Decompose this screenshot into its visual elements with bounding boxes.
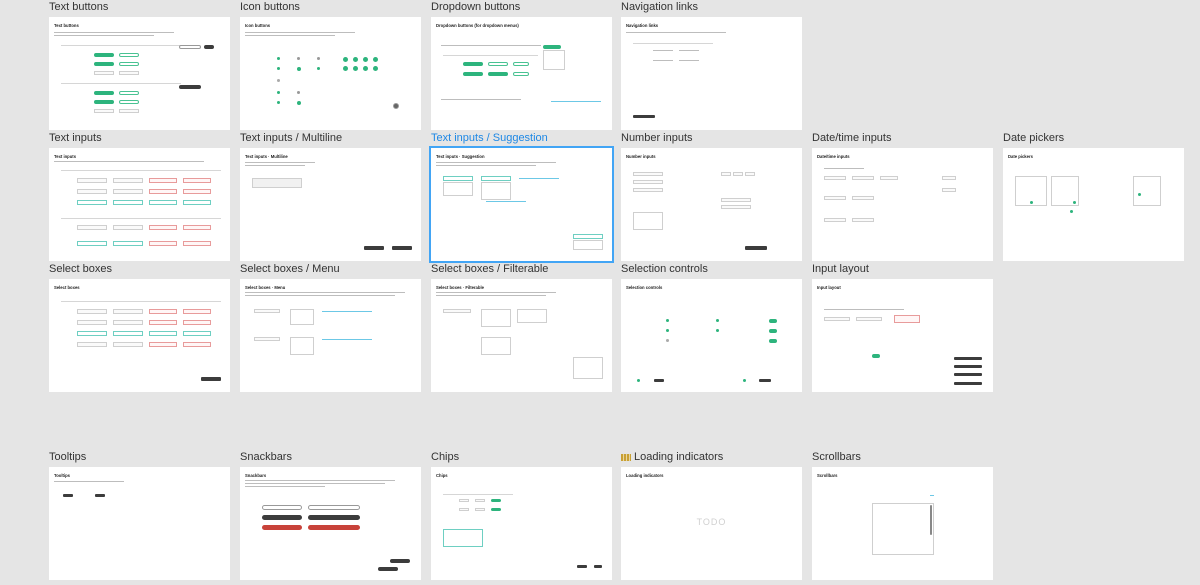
frame-heading: Loading indicators — [626, 473, 664, 478]
loading-stripes-icon — [621, 454, 631, 461]
frame-title[interactable]: Snackbars — [240, 451, 292, 463]
frame-heading: Tooltips — [54, 473, 70, 478]
frame-select-boxes[interactable]: Select boxes Select boxes — [49, 263, 230, 392]
frame-title[interactable]: Selection controls — [621, 263, 708, 275]
frame-content: Text inputs · Suggestion — [429, 146, 614, 263]
frame-content: Text inputs · Multiline — [240, 148, 421, 261]
frame-select-boxes-filterable[interactable]: Select boxes / Filterable Select boxes ·… — [431, 263, 612, 392]
frame-navigation-links[interactable]: Navigation links Navigation links — [621, 1, 802, 130]
frame-title[interactable]: Text inputs / Multiline — [240, 132, 342, 144]
todo-placeholder: TODO — [696, 517, 727, 527]
frame-title-label: Loading indicators — [634, 451, 724, 463]
frame-title[interactable]: Text inputs / Suggestion — [431, 132, 548, 144]
frame-scrollbars[interactable]: Scrollbars Scrollbars — [812, 451, 993, 580]
frame-heading: Input layout — [817, 285, 841, 290]
frame-heading: Text inputs · Suggestion — [436, 154, 485, 159]
frame-content: Text buttons — [49, 17, 230, 130]
frame-selection-controls[interactable]: Selection controls Selection controls — [621, 263, 802, 392]
frame-heading: Select boxes · Menu — [245, 285, 286, 290]
frame-title[interactable]: Select boxes / Filterable — [431, 263, 548, 275]
frame-tooltips[interactable]: Tooltips Tooltips — [49, 451, 230, 580]
frame-snackbars[interactable]: Snackbars Snackbars — [240, 451, 421, 580]
frame-heading: Select boxes — [54, 285, 80, 290]
frame-heading: Text buttons — [54, 23, 79, 28]
frame-content: Date pickers — [1003, 148, 1184, 261]
frame-content: Icon buttons — [240, 17, 421, 130]
frame-heading: Select boxes · Filterable — [436, 285, 484, 290]
frame-content: Select boxes · Menu — [240, 279, 421, 392]
frame-number-inputs[interactable]: Number inputs Number inputs — [621, 132, 802, 261]
frame-title[interactable]: Input layout — [812, 263, 869, 275]
frame-title[interactable]: Icon buttons — [240, 1, 300, 13]
frame-content: Snackbars — [240, 467, 421, 580]
frame-select-boxes-menu[interactable]: Select boxes / Menu Select boxes · Menu — [240, 263, 421, 392]
frame-content: Chips — [431, 467, 612, 580]
frame-title[interactable]: Loading indicators — [621, 451, 723, 463]
frame-content: Number inputs — [621, 148, 802, 261]
frame-text-inputs[interactable]: Text inputs Text inputs — [49, 132, 230, 261]
frame-title[interactable]: Dropdown buttons — [431, 1, 520, 13]
frame-heading: Selection controls — [626, 285, 663, 290]
frame-content: Selection controls — [621, 279, 802, 392]
frame-text-inputs-suggestion[interactable]: Text inputs / Suggestion Text inputs · S… — [429, 132, 614, 263]
frame-chips[interactable]: Chips Chips — [431, 451, 612, 580]
frame-title[interactable]: Tooltips — [49, 451, 86, 463]
frame-heading: Text inputs — [54, 154, 77, 159]
frame-title[interactable]: Scrollbars — [812, 451, 861, 463]
frame-heading: Icon buttons — [245, 23, 271, 28]
frame-heading: Date/time inputs — [817, 154, 850, 159]
frame-heading: Text inputs · Multiline — [245, 154, 288, 159]
frame-dropdown-buttons[interactable]: Dropdown buttons Dropdown buttons (for d… — [431, 1, 612, 130]
frame-title[interactable]: Text inputs — [49, 132, 102, 144]
frame-text-buttons[interactable]: Text buttons Text buttons — [49, 1, 230, 130]
frame-title[interactable]: Date pickers — [1003, 132, 1064, 144]
frame-text-inputs-multiline[interactable]: Text inputs / Multiline Text inputs · Mu… — [240, 132, 421, 261]
frame-title[interactable]: Select boxes / Menu — [240, 263, 340, 275]
frame-content: Select boxes · Filterable — [431, 279, 612, 392]
frame-date-pickers[interactable]: Date pickers Date pickers — [1003, 132, 1184, 261]
frame-title[interactable]: Date/time inputs — [812, 132, 891, 144]
frame-content: Text inputs — [49, 148, 230, 261]
frame-title[interactable]: Select boxes — [49, 263, 112, 275]
frame-content: Scrollbars — [812, 467, 993, 580]
frame-heading: Date pickers — [1008, 154, 1033, 159]
frame-content: Select boxes — [49, 279, 230, 392]
frame-content: Loading indicators TODO — [621, 467, 802, 580]
frame-input-layout[interactable]: Input layout Input layout — [812, 263, 993, 392]
frame-title[interactable]: Number inputs — [621, 132, 693, 144]
frame-title[interactable]: Navigation links — [621, 1, 698, 13]
frame-heading: Scrollbars — [817, 473, 838, 478]
frame-icon-buttons[interactable]: Icon buttons Icon buttons — [240, 1, 421, 130]
frame-content: Input layout — [812, 279, 993, 392]
frame-content: Tooltips — [49, 467, 230, 580]
frame-title[interactable]: Chips — [431, 451, 459, 463]
frame-title[interactable]: Text buttons — [49, 1, 108, 13]
frame-heading: Snackbars — [245, 473, 267, 478]
frame-heading: Number inputs — [626, 154, 656, 159]
frame-content: Navigation links — [621, 17, 802, 130]
frame-loading-indicators[interactable]: Loading indicators Loading indicators TO… — [621, 451, 802, 580]
frame-content: Date/time inputs — [812, 148, 993, 261]
frame-date-time-inputs[interactable]: Date/time inputs Date/time inputs — [812, 132, 993, 261]
frame-heading: Chips — [436, 473, 448, 478]
frame-heading: Navigation links — [626, 23, 659, 28]
frame-content: Dropdown buttons (for dropdown menus) — [431, 17, 612, 130]
frame-heading: Dropdown buttons (for dropdown menus) — [436, 23, 519, 28]
